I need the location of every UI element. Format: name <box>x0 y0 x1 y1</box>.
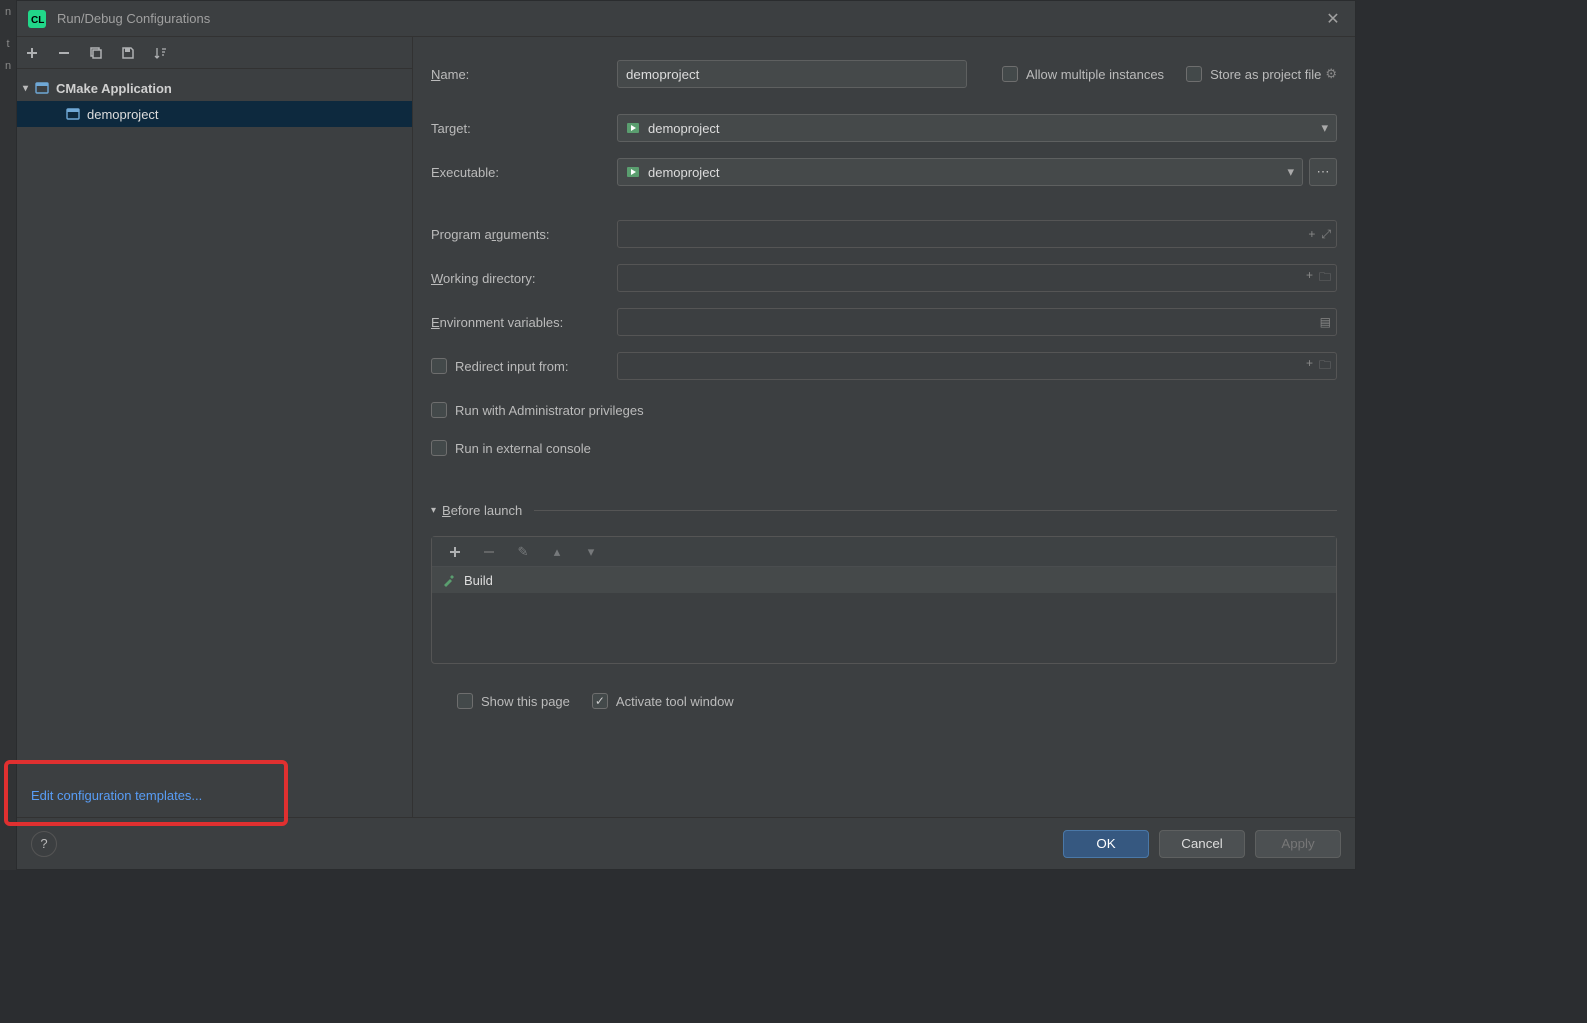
executable-select[interactable]: demoproject ▾ <box>617 158 1303 186</box>
hammer-icon <box>442 573 456 587</box>
close-button[interactable]: ✕ <box>1321 7 1345 31</box>
cancel-button[interactable]: Cancel <box>1159 830 1245 858</box>
move-down-button[interactable]: ▾ <box>582 543 600 561</box>
list-icon[interactable]: ▤ <box>1320 315 1331 329</box>
before-launch-box: ✎ ▴ ▾ Build <box>431 536 1337 664</box>
main-panel: Name: Allow multiple instances Store as … <box>413 37 1355 817</box>
before-launch-item-build[interactable]: Build <box>432 567 1336 593</box>
dialog-footer: ? OK Cancel Apply <box>17 817 1355 869</box>
plus-icon[interactable]: + <box>1308 227 1315 242</box>
apply-button[interactable]: Apply <box>1255 830 1341 858</box>
allow-multiple-checkbox[interactable]: Allow multiple instances <box>1002 66 1164 82</box>
ok-button[interactable]: OK <box>1063 830 1149 858</box>
chevron-down-icon: ▾ <box>1321 120 1328 136</box>
add-task-button[interactable] <box>446 543 464 561</box>
plus-icon[interactable]: + <box>1306 268 1313 289</box>
remove-config-button[interactable] <box>55 44 73 62</box>
target-select[interactable]: demoproject ▾ <box>617 114 1337 142</box>
expand-icon[interactable]: ⤢ <box>1321 227 1331 242</box>
working-dir-input[interactable] <box>617 264 1337 292</box>
titlebar: CL Run/Debug Configurations ✕ <box>17 1 1355 37</box>
env-vars-input[interactable] <box>617 308 1337 336</box>
gear-icon[interactable]: ⚙ <box>1325 66 1337 82</box>
help-button[interactable]: ? <box>31 831 57 857</box>
remove-task-button[interactable] <box>480 543 498 561</box>
tree-item-demoproject[interactable]: demoproject <box>17 101 412 127</box>
tree-item-label: demoproject <box>87 107 159 122</box>
external-console-checkbox[interactable]: Run in external console <box>431 440 591 456</box>
executable-label: Executable: <box>431 165 617 180</box>
plus-icon[interactable]: + <box>1306 356 1313 377</box>
name-label: ame: <box>440 67 469 82</box>
left-gutter: ntn <box>0 0 16 870</box>
tree-group-label: CMake Application <box>56 81 172 96</box>
redirect-input-field[interactable] <box>617 352 1337 380</box>
tree-group-cmake[interactable]: ▾ CMake Application <box>17 75 412 101</box>
divider <box>534 510 1337 511</box>
edit-task-button[interactable]: ✎ <box>514 543 532 561</box>
folder-icon[interactable]: 🗀 <box>1319 356 1331 377</box>
folder-icon[interactable]: 🗀 <box>1319 268 1331 289</box>
dialog-title: Run/Debug Configurations <box>57 11 1321 26</box>
config-tree: ▾ CMake Application demoproject <box>17 69 412 774</box>
exe-icon <box>626 165 640 179</box>
chevron-down-icon: ▾ <box>23 83 28 94</box>
edit-templates-link[interactable]: Edit configuration templates... <box>31 788 202 803</box>
store-as-file-checkbox[interactable]: Store as project file⚙ <box>1186 66 1337 82</box>
sidebar: ▾ CMake Application demoproject Edit con… <box>17 37 413 817</box>
target-label: Target: <box>431 121 617 136</box>
target-icon <box>626 121 640 135</box>
redirect-input-checkbox[interactable]: Redirect input from: <box>431 358 617 374</box>
before-launch-label: efore launch <box>451 503 523 518</box>
cmake-app-icon <box>34 80 50 96</box>
copy-config-button[interactable] <box>87 44 105 62</box>
cmake-app-icon <box>65 106 81 122</box>
show-this-page-checkbox[interactable]: Show this page <box>457 693 570 709</box>
admin-checkbox[interactable]: Run with Administrator privileges <box>431 402 644 418</box>
chevron-down-icon: ▾ <box>1287 164 1294 180</box>
move-up-button[interactable]: ▴ <box>548 543 566 561</box>
svg-text:CL: CL <box>31 15 44 26</box>
sidebar-toolbar <box>17 37 412 69</box>
clion-logo-icon: CL <box>27 9 47 29</box>
sort-config-button[interactable] <box>151 44 169 62</box>
executable-more-button[interactable]: ⋯ <box>1309 158 1337 186</box>
save-config-button[interactable] <box>119 44 137 62</box>
program-args-input[interactable] <box>617 220 1337 248</box>
add-config-button[interactable] <box>23 44 41 62</box>
activate-tool-window-checkbox[interactable]: Activate tool window <box>592 693 734 709</box>
run-debug-configurations-dialog: CL Run/Debug Configurations ✕ ▾ CMake Ap… <box>16 0 1356 870</box>
chevron-down-icon[interactable]: ▾ <box>431 505 436 516</box>
name-input[interactable] <box>617 60 967 88</box>
